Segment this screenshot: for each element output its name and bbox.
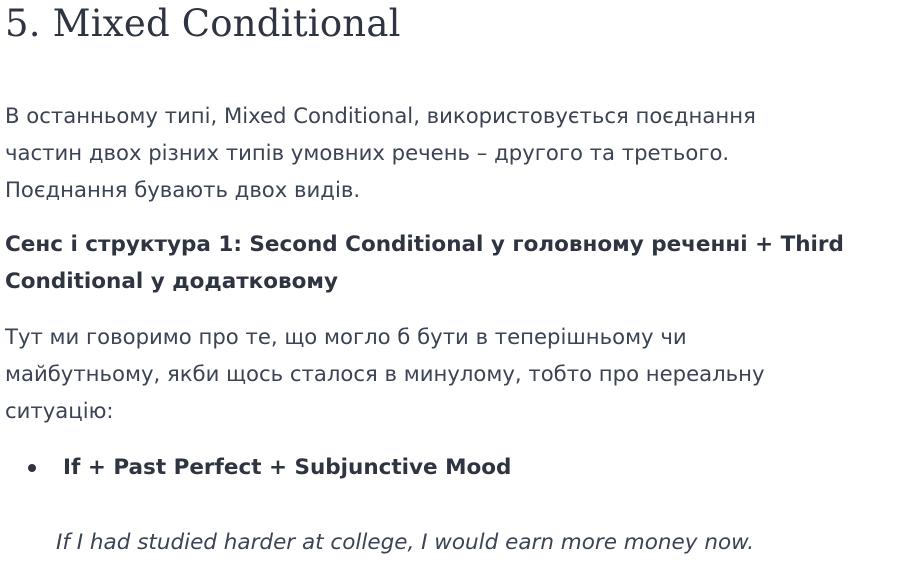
formula-text: If + Past Perfect + Subjunctive Mood <box>63 455 512 480</box>
explanation-line: Тут ми говоримо про те, що могло б бути … <box>5 324 687 349</box>
explanation-line: ситуацію: <box>5 398 114 423</box>
structure-subheading: Сенс і структура 1: Second Conditional у… <box>5 226 895 300</box>
intro-line: частин двох різних типів умовних речень … <box>5 140 730 165</box>
explanation-line: майбутньому, якби щось сталося в минулом… <box>5 361 765 386</box>
bullet-icon <box>28 464 36 472</box>
list-item: If + Past Perfect + Subjunctive Mood <box>5 449 895 486</box>
article-content: 5. Mixed Conditional В останньому типі, … <box>5 0 895 561</box>
formula-list: If + Past Perfect + Subjunctive Mood <box>5 449 895 486</box>
intro-line: В останньому типі, Mixed Conditional, ви… <box>5 103 756 128</box>
subheading-line: Conditional у додатковому <box>5 269 338 294</box>
intro-paragraph: В останньому типі, Mixed Conditional, ви… <box>5 97 895 208</box>
intro-line: Поєднання бувають двох видів. <box>5 177 361 202</box>
section-heading: 5. Mixed Conditional <box>5 2 401 45</box>
subheading-line: Сенс і структура 1: Second Conditional у… <box>5 232 844 257</box>
explanation-paragraph: Тут ми говоримо про те, що могло б бути … <box>5 318 895 429</box>
example-sentence: If I had studied harder at college, I wo… <box>56 530 755 555</box>
